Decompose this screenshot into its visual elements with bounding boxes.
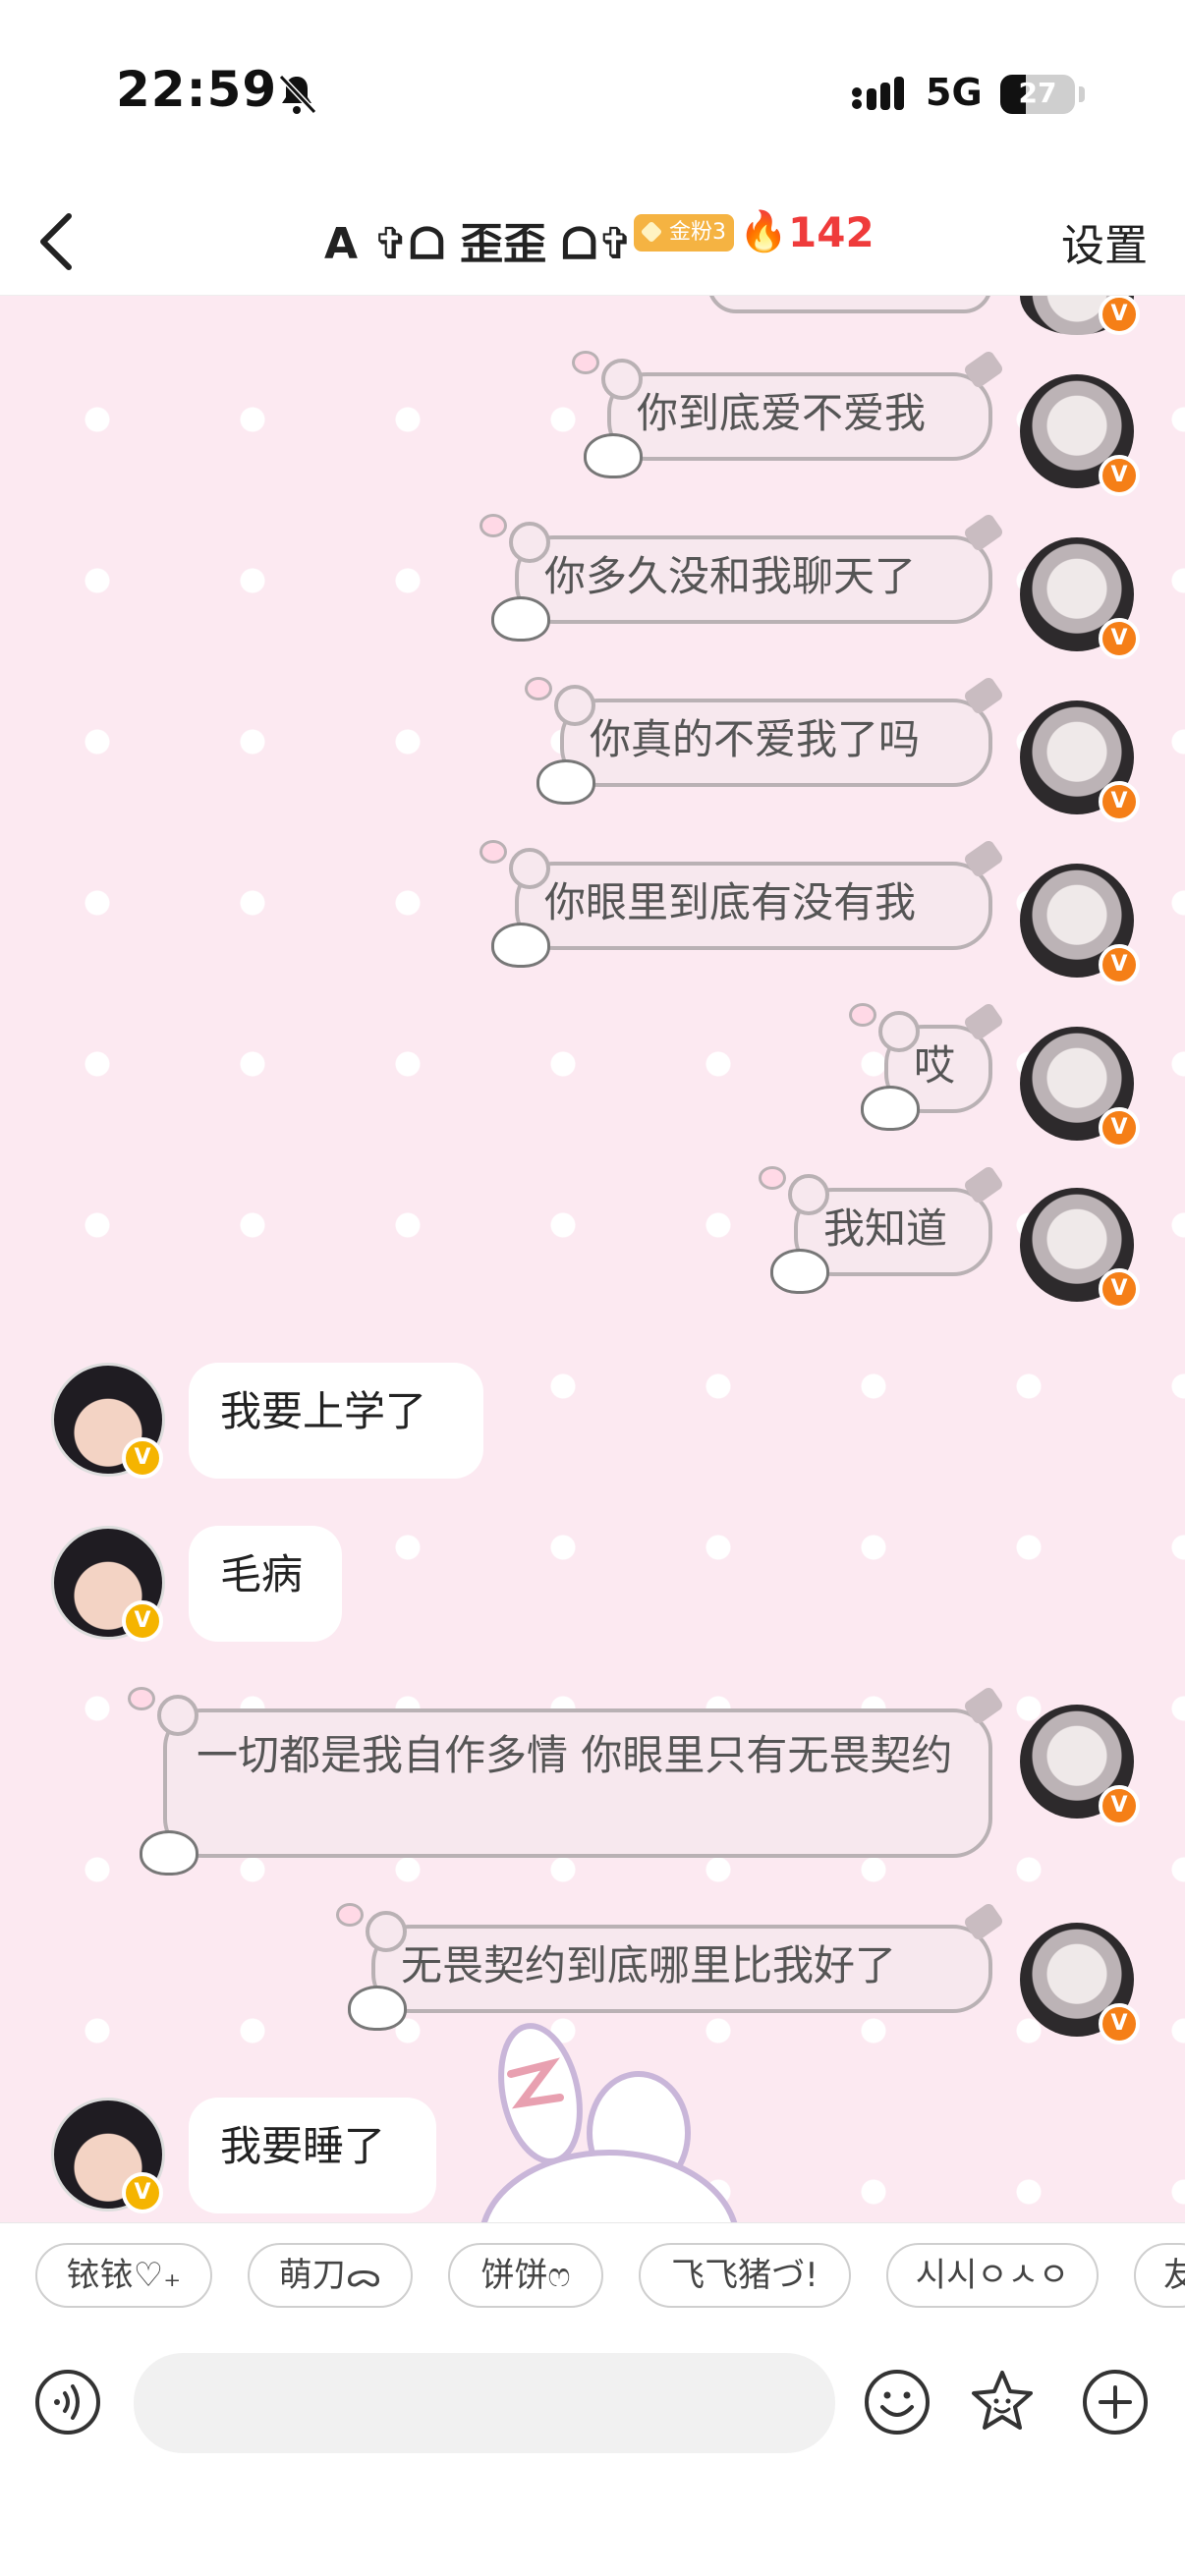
bunny-sticker-icon (480, 2023, 738, 2222)
quick-reply-bar: 铱铱♡₊ 萌刀ᯅ 饼饼ෆ 飞飞猪づ! 시시ㅇㅅㅇ 友 (0, 2222, 1185, 2331)
message-text: 我要上学了 (220, 1387, 427, 1435)
quick-reply-chip[interactable]: 友 (1134, 2243, 1185, 2308)
verified-icon: V (1099, 296, 1140, 335)
message-bubble[interactable]: 毛病 (189, 1526, 342, 1642)
message-bubble-partial (707, 296, 992, 313)
message-list[interactable]: V 你到底爱不爱我 V 你多久没和我聊天了 V 你真的不爱我了吗 V 你眼里到底… (0, 296, 1185, 2222)
quick-reply-chip[interactable]: 시시ㅇㅅㅇ (886, 2243, 1099, 2308)
kitty-sticker-icon (770, 1249, 829, 1294)
verified-icon: V (1099, 2003, 1140, 2044)
message-text: 你到底爱不爱我 (637, 389, 927, 437)
verified-icon: V (1099, 1107, 1140, 1148)
emoji-icon[interactable] (863, 2368, 931, 2436)
chat-header: A ✞ᗝ 歪歪 ᗝ✞ 金粉3 🔥 142 设置 (0, 187, 1185, 296)
signal-icon (852, 77, 904, 110)
settings-button[interactable]: 设置 (1061, 210, 1148, 273)
message-text: 哎 (914, 1041, 956, 1090)
add-icon[interactable] (1081, 2368, 1150, 2436)
message-text: 你真的不爱我了吗 (590, 715, 921, 763)
message-text: 你眼里到底有没有我 (544, 878, 917, 926)
kitty-sticker-icon (536, 759, 595, 805)
verified-icon: V (1099, 1268, 1140, 1310)
message-text: 一切都是我自作多情 你眼里只有无畏契约 (197, 1731, 953, 1779)
status-time: 22:59 (116, 61, 278, 118)
verified-icon: V (1099, 944, 1140, 985)
mute-bell-icon (278, 74, 316, 115)
message-bubble[interactable]: 你眼里到底有没有我 (480, 838, 1005, 968)
message-bubble[interactable]: 你到底爱不爱我 (572, 349, 1005, 478)
battery-level: 27 (1018, 77, 1057, 109)
fan-level-badge: 金粉3 (634, 214, 734, 252)
message-text: 无畏契约到底哪里比我好了 (401, 1941, 897, 1989)
quick-reply-chip[interactable]: 铱铱♡₊ (35, 2243, 212, 2308)
gem-icon (640, 220, 663, 244)
verified-icon: V (122, 2172, 163, 2213)
message-bubble[interactable]: 无畏契约到底哪里比我好了 (336, 1901, 1005, 2031)
battery-icon: 27 (1000, 75, 1075, 114)
message-text: 你多久没和我聊天了 (544, 552, 917, 600)
quick-reply-chip[interactable]: 飞飞猪づ! (639, 2243, 851, 2308)
verified-icon: V (122, 1437, 163, 1479)
message-bubble[interactable]: 一切都是我自作多情 你眼里只有无畏契约 (128, 1685, 1005, 1876)
kitty-sticker-icon (861, 1086, 920, 1131)
kitty-sticker-icon (140, 1830, 198, 1876)
fan-badge-label: 金粉3 (669, 220, 726, 245)
input-bar (0, 2330, 1185, 2576)
voice-icon[interactable] (33, 2368, 102, 2436)
message-bubble[interactable]: 哎 (849, 1001, 1005, 1131)
verified-icon: V (1099, 781, 1140, 822)
message-bubble[interactable]: 你多久没和我聊天了 (480, 512, 1005, 642)
quick-reply-chip[interactable]: 饼饼ෆ (448, 2243, 603, 2308)
message-bubble[interactable]: 我要睡了 (189, 2098, 436, 2213)
streak-count: 142 (788, 208, 875, 256)
verified-icon: V (1099, 455, 1140, 496)
message-input[interactable] (134, 2353, 835, 2453)
network-type: 5G (926, 71, 983, 114)
sticker-icon[interactable] (968, 2368, 1037, 2436)
contact-name[interactable]: A ✞ᗝ 歪歪 ᗝ✞ (324, 208, 634, 271)
verified-icon: V (1099, 618, 1140, 659)
flame-icon: 🔥 (739, 209, 788, 254)
status-bar: 22:59 5G 27 (0, 0, 1185, 187)
back-arrow-icon[interactable] (29, 200, 88, 283)
verified-icon: V (1099, 1785, 1140, 1826)
kitty-sticker-icon (491, 923, 550, 968)
message-bubble[interactable]: 我要上学了 (189, 1363, 483, 1479)
message-bubble[interactable]: 我知道 (759, 1164, 1005, 1294)
kitty-sticker-icon (491, 596, 550, 642)
message-text: 毛病 (220, 1550, 304, 1598)
kitty-sticker-icon (348, 1986, 407, 2031)
verified-icon: V (122, 1600, 163, 1642)
message-text: 我要睡了 (220, 2122, 386, 2170)
battery-tip (1079, 86, 1085, 102)
message-text: 我知道 (823, 1204, 948, 1253)
kitty-sticker-icon (584, 433, 643, 478)
quick-reply-chip[interactable]: 萌刀ᯅ (248, 2243, 413, 2308)
message-bubble[interactable]: 你真的不爱我了吗 (525, 675, 1005, 805)
